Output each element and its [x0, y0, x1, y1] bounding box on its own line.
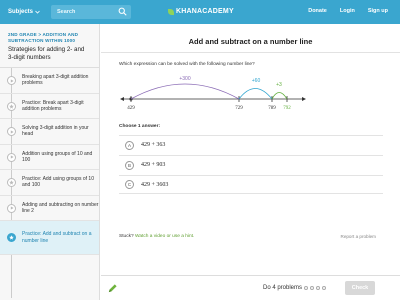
- login-link[interactable]: Login: [340, 8, 355, 14]
- star-icon: [7, 101, 16, 111]
- star-icon: [7, 178, 16, 188]
- jump-arc-2: [238, 88, 273, 100]
- jump-arc-1: [130, 83, 240, 100]
- sidebar-item-label: Practice: Add using groups of 10 and 100: [22, 176, 94, 189]
- subjects-menu-button[interactable]: Subjects: [8, 9, 44, 15]
- choice-text: 429 + 903: [141, 162, 166, 168]
- progress-indicator: Do 4 problems: [263, 285, 327, 291]
- chevron-down-icon: [35, 10, 40, 14]
- lesson-title: Strategies for adding 2- and 3-digit num…: [0, 43, 99, 69]
- progress-dot: [322, 286, 327, 290]
- search-input[interactable]: Search: [51, 5, 131, 19]
- stuck-label: Stuck?: [119, 234, 134, 239]
- sidebar-item-label: Practice: Break apart 3-digit addition p…: [22, 99, 84, 112]
- sidebar-item-label: Breaking apart 3-digit addition problems: [22, 74, 89, 87]
- jump-label-3: +3: [276, 82, 282, 88]
- star-icon: [7, 233, 16, 243]
- tick-label-start: 429: [127, 106, 135, 111]
- sidebar-item-practice-number-line[interactable]: Practice: Add and subtract on a number l…: [0, 221, 99, 256]
- choose-label: Choose 1 answer:: [119, 124, 161, 129]
- answer-choice-b[interactable]: B 429 + 903: [119, 155, 383, 174]
- check-button[interactable]: Check: [345, 281, 375, 295]
- choice-text: 429 + 363: [141, 142, 166, 148]
- search-icon[interactable]: [118, 7, 127, 16]
- tick-label-mid2: 789: [268, 106, 276, 111]
- play-icon: [7, 76, 16, 86]
- sidebar-item-label: Adding and subtracting on number line 2: [22, 201, 99, 214]
- sidebar-item-breaking-apart[interactable]: Breaking apart 3-digit addition problems: [0, 68, 99, 94]
- jump-arc-3: [271, 92, 288, 100]
- logo-text: KHANACADEMY: [176, 8, 234, 15]
- answer-choice-a[interactable]: A 429 + 363: [119, 135, 383, 154]
- arrow-left-icon: [120, 97, 124, 101]
- choice-letter: C: [125, 180, 134, 189]
- leaf-icon: [168, 8, 174, 15]
- sidebar-item-practice-groups[interactable]: Practice: Add using groups of 10 and 100: [0, 170, 99, 196]
- report-problem-link[interactable]: Report a problem: [341, 234, 377, 239]
- exercise-title: Add and subtract on a number line: [188, 37, 313, 46]
- top-navigation-bar: Subjects Search KHANACADEMY Donate Login…: [0, 0, 400, 24]
- sidebar-item-groups-of-10-100[interactable]: Addition using groups of 10 and 100: [0, 145, 99, 171]
- sidebar-item-label: Addition using groups of 10 and 100: [22, 150, 93, 163]
- progress-dot: [304, 286, 309, 290]
- play-icon: [7, 203, 16, 213]
- choice-text: 429 + 3603: [141, 181, 169, 188]
- donate-link[interactable]: Donate: [308, 8, 327, 14]
- divider: [101, 52, 400, 53]
- sidebar-item-label: Practice: Add and subtract on a number l…: [22, 231, 92, 244]
- tick-label-mid1: 729: [235, 106, 243, 111]
- tick-label-end: 792: [283, 106, 291, 111]
- search-placeholder: Search: [57, 9, 76, 15]
- exercise-footer: Do 4 problems Check: [101, 275, 400, 300]
- sidebar-item-solving-in-head[interactable]: Solving 3-digit addition in your head: [0, 119, 99, 145]
- progress-dot: [310, 286, 315, 290]
- answer-choice-c[interactable]: C 429 + 3603: [119, 175, 383, 194]
- choice-letter: A: [125, 140, 134, 150]
- exercise-panel: Add and subtract on a number line Which …: [101, 24, 400, 275]
- play-icon: [7, 127, 16, 137]
- jump-label-1: +300: [179, 76, 190, 82]
- scratchpad-pencil-icon[interactable]: [107, 283, 118, 294]
- signup-link[interactable]: Sign up: [368, 8, 388, 14]
- arrow-right-icon: [302, 97, 306, 101]
- sidebar-item-label: Solving 3-digit addition in your head: [22, 125, 89, 138]
- play-icon: [7, 152, 16, 162]
- jump-label-2: +60: [252, 78, 261, 84]
- sidebar-item-practice-break-apart[interactable]: Practice: Break apart 3-digit addition p…: [0, 94, 99, 120]
- number-line-diagram: +300 +60 +3 429 729 789 792: [120, 76, 306, 111]
- hint-link[interactable]: Watch a video or use a hint.: [135, 234, 194, 239]
- lesson-items: Breaking apart 3-digit addition problems…: [0, 68, 99, 299]
- khan-academy-logo[interactable]: KHANACADEMY: [168, 8, 234, 15]
- subjects-label: Subjects: [8, 9, 34, 15]
- progress-dot: [316, 286, 321, 290]
- choice-letter: B: [125, 160, 134, 170]
- stuck-prompt: Stuck? Watch a video or use a hint.: [119, 234, 194, 239]
- sidebar-item-number-line-2[interactable]: Adding and subtracting on number line 2: [0, 196, 99, 222]
- breadcrumb[interactable]: 2ND GRADE > ADDITION AND SUBTRACTION WIT…: [0, 24, 99, 43]
- lesson-sidebar: 2ND GRADE > ADDITION AND SUBTRACTION WIT…: [0, 24, 100, 300]
- question-text: Which expression can be solved with the …: [119, 62, 255, 67]
- progress-text: Do 4 problems: [263, 285, 303, 291]
